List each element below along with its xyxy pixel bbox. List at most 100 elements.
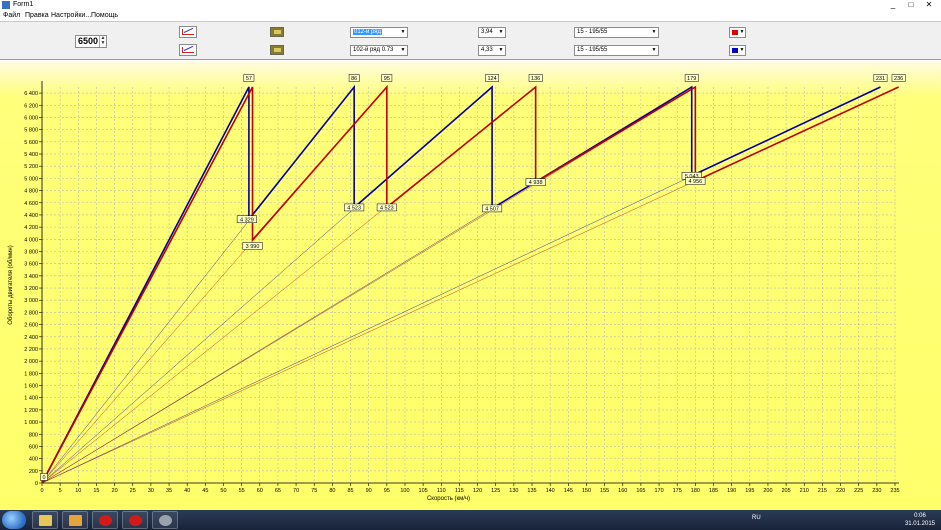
x-tick-label: 125: [491, 488, 500, 494]
y-tick-label: 6 200: [24, 103, 38, 109]
language-indicator[interactable]: RU: [752, 515, 761, 521]
chevron-down-icon: ▼: [400, 47, 406, 53]
y-tick-label: 2 800: [24, 310, 38, 316]
gearbox-button-1[interactable]: [270, 27, 284, 37]
x-tick-label: 40: [184, 488, 190, 494]
x-tick-label: 140: [546, 488, 555, 494]
x-tick-label: 15: [93, 488, 99, 494]
rpm-spinner[interactable]: ▲ ▼: [99, 36, 106, 47]
clock[interactable]: 0:06 31.01.2015: [905, 512, 935, 528]
x-tick-label: 120: [473, 488, 482, 494]
app-icon: [2, 1, 10, 9]
taskbar-opera-1[interactable]: [92, 511, 118, 529]
x-tick-label: 35: [166, 488, 172, 494]
chart-area: 0 5 10 15 20 25 30 35 40 45 50 55 60 65 70 75 80 85 90 95 10…: [0, 61, 941, 510]
y-tick-label: 6 400: [24, 91, 38, 97]
x-tick-label: 185: [709, 488, 718, 494]
top-speed-label: 95: [384, 76, 390, 82]
clock-time: 0:06: [914, 513, 926, 519]
opera-icon: [129, 515, 142, 526]
media-icon: [69, 515, 82, 526]
menu-edit[interactable]: Правка: [25, 10, 49, 22]
maximize-button[interactable]: □: [903, 0, 919, 10]
y-tick-label: 0: [35, 481, 38, 487]
gear-icon: [159, 515, 172, 526]
y-tick-label: 3 800: [24, 249, 38, 255]
clock-date: 31.01.2015: [904, 521, 935, 527]
menu-file[interactable]: Файл: [3, 10, 20, 22]
x-tick-label: 145: [564, 488, 573, 494]
x-tick-label: 230: [872, 488, 881, 494]
y-tick-label: 3 000: [24, 298, 38, 304]
top-speed-label: 124: [487, 76, 496, 82]
chevron-down-icon: ▼: [498, 47, 504, 53]
y-axis-title: Обороты двигателя (об/мин): [8, 245, 14, 324]
application-window: Form1 _ □ ✕ Файл Правка Настройки... Пом…: [0, 0, 941, 530]
toolbar: 6500 ▲ ▼ 012-й ряд ▼ 3,94 ▼ 15 - 195/55 ▼…: [0, 22, 941, 60]
taskbar-media[interactable]: [62, 511, 88, 529]
x-tick-label: 150: [582, 488, 591, 494]
shift-rpm-label: 4 523: [380, 205, 394, 211]
top-speed-label: 86: [351, 76, 357, 82]
main-pair-select-1-value: 3,94: [481, 29, 493, 35]
rpm-speed-chart: 0 5 10 15 20 25 30 35 40 45 50 55 60 65 70 75 80 85 90 95 10…: [8, 74, 906, 502]
y-tick-label: 2 000: [24, 359, 38, 365]
y-tick-label: 3 200: [24, 286, 38, 292]
x-tick-label: 130: [509, 488, 518, 494]
gearbox-select-1[interactable]: 012-й ряд ▼: [350, 27, 408, 38]
y-tick-label: 200: [29, 469, 38, 475]
rpm-input[interactable]: 6500 ▲ ▼: [75, 35, 107, 48]
shift-rpm-label: 4 507: [485, 206, 499, 212]
menu-settings[interactable]: Настройки...: [51, 10, 91, 22]
shift-rpm-label: 4 523: [347, 205, 361, 211]
gearbox-select-2[interactable]: 102-й ряд 0.73 ▼: [350, 45, 408, 56]
chevron-down-icon: ▼: [498, 29, 504, 35]
tyre-select-2-value: 15 - 195/55: [577, 47, 608, 53]
chart-button-1[interactable]: [179, 26, 197, 38]
chart-button-2[interactable]: [179, 44, 197, 56]
y-tick-label: 600: [29, 444, 38, 450]
tyre-select-1[interactable]: 15 - 195/55 ▼: [574, 27, 659, 38]
top-speed-label: 136: [531, 76, 540, 82]
color-select-2[interactable]: ▼: [729, 45, 746, 56]
x-tick-label: 105: [419, 488, 428, 494]
x-tick-label: 90: [366, 488, 372, 494]
top-speed-label: 179: [687, 76, 696, 82]
close-button[interactable]: ✕: [921, 0, 937, 10]
x-tick-label: 60: [257, 488, 263, 494]
main-pair-select-2[interactable]: 4,33 ▼: [478, 45, 506, 56]
x-tick-label: 115: [455, 488, 464, 494]
minimize-button[interactable]: _: [885, 0, 901, 10]
x-tick-label: 175: [673, 488, 682, 494]
x-tick-label: 75: [311, 488, 317, 494]
x-tick-label: 45: [202, 488, 208, 494]
x-tick-label: 205: [782, 488, 791, 494]
color-select-1[interactable]: ▼: [729, 27, 746, 38]
y-tick-label: 2 400: [24, 335, 38, 341]
top-speed-label: 236: [894, 76, 903, 82]
x-tick-label: 235: [890, 488, 899, 494]
x-tick-label: 85: [347, 488, 353, 494]
taskbar-settings[interactable]: [152, 511, 178, 529]
menu-bar: Файл Правка Настройки... Помощь: [0, 10, 941, 22]
taskbar-opera-2[interactable]: [122, 511, 148, 529]
tyre-select-2[interactable]: 15 - 195/55 ▼: [574, 45, 659, 56]
menu-help[interactable]: Помощь: [91, 10, 118, 22]
main-pair-select-1[interactable]: 3,94 ▼: [478, 27, 506, 38]
x-tick-label: 215: [818, 488, 827, 494]
y-tick-label: 6 000: [24, 115, 38, 121]
y-tick-label: 4 600: [24, 201, 38, 207]
top-speed-label: 57: [246, 76, 252, 82]
color-swatch: [732, 30, 738, 35]
y-tick-label: 5 600: [24, 140, 38, 146]
rpm-value: 6500: [78, 36, 99, 46]
y-tick-label: 1 800: [24, 371, 38, 377]
x-tick-label: 5: [59, 488, 62, 494]
title-bar: Form1 _ □ ✕: [0, 0, 941, 10]
chevron-down-icon: ▼: [651, 47, 657, 53]
start-button[interactable]: [2, 511, 26, 529]
window-title: Form1: [13, 1, 34, 8]
gearbox-button-2[interactable]: [270, 45, 284, 55]
y-tick-label: 3 600: [24, 262, 38, 268]
taskbar-folder[interactable]: [32, 511, 58, 529]
